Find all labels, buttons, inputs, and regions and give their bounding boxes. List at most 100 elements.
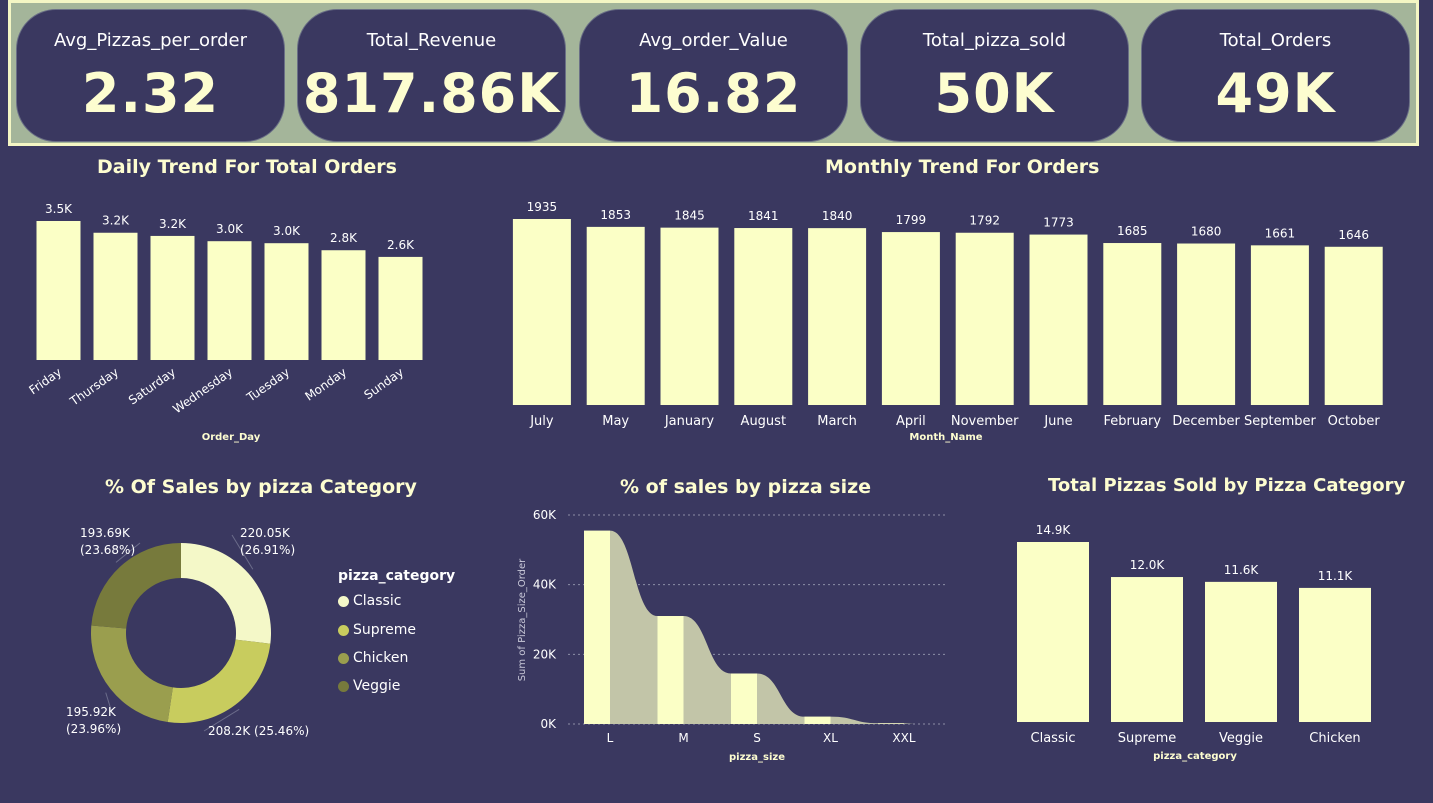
slice-percent-label: (23.96%) xyxy=(66,722,121,736)
kpi-card-avg-pizzas-per-order[interactable]: Avg_Pizzas_per_order 2.32 xyxy=(16,9,285,142)
y-tick-label: 0K xyxy=(540,717,557,731)
bar[interactable] xyxy=(731,673,757,724)
bar[interactable] xyxy=(321,250,366,360)
bar[interactable] xyxy=(1205,581,1277,722)
kpi-card-total-pizza-sold[interactable]: Total_pizza_sold 50K xyxy=(860,9,1129,142)
y-tick-label: 60K xyxy=(533,508,557,522)
legend-item-supreme[interactable]: Supreme xyxy=(338,620,416,640)
slice-value-label: 195.92K xyxy=(66,705,117,719)
legend-label: Supreme xyxy=(353,622,416,638)
kpi-label: Avg_Pizzas_per_order xyxy=(54,30,247,51)
donut-slice[interactable] xyxy=(181,543,271,644)
x-tick-label: Monday xyxy=(302,365,349,404)
data-label: 2.8K xyxy=(330,231,358,245)
slice-value-label: 220.05K xyxy=(240,526,291,540)
x-tick-label: Classic xyxy=(1031,731,1076,746)
bar[interactable] xyxy=(878,723,904,724)
x-tick-label: December xyxy=(1172,414,1240,429)
data-label: 1935 xyxy=(527,200,558,214)
x-tick-label: Saturday xyxy=(126,365,178,407)
kpi-card-total-orders[interactable]: Total_Orders 49K xyxy=(1141,9,1410,142)
legend-label: Classic xyxy=(353,593,402,609)
legend-item-classic[interactable]: Classic xyxy=(338,591,401,611)
legend-dot xyxy=(338,680,349,692)
kpi-value: 49K xyxy=(1215,62,1336,125)
bar[interactable] xyxy=(808,228,867,405)
y-tick-label: 20K xyxy=(533,647,557,661)
legend-title: pizza_category xyxy=(338,568,456,584)
legend-dot xyxy=(338,595,349,607)
legend-item-chicken[interactable]: Chicken xyxy=(338,648,408,668)
legend-item-veggie[interactable]: Veggie xyxy=(338,676,400,696)
kpi-value: 817.86K xyxy=(302,62,561,125)
bar[interactable] xyxy=(586,226,645,405)
sales-by-category-donut[interactable]: 220.05K (26.91%) 208.2K (25.46%) 195.92K (23… xyxy=(0,505,330,765)
kpi-card-avg-order-value[interactable]: Avg_order_Value 16.82 xyxy=(579,9,848,142)
data-label: 1845 xyxy=(674,209,705,223)
data-label: 3.2K xyxy=(159,217,187,231)
kpi-value: 50K xyxy=(934,62,1055,125)
kpi-band: Avg_Pizzas_per_order 2.32 Total_Revenue … xyxy=(8,0,1419,146)
slice-percent-label: (23.68%) xyxy=(80,543,135,557)
x-tick-label: May xyxy=(602,414,629,429)
x-tick-label: January xyxy=(664,414,715,429)
bar[interactable] xyxy=(1103,243,1162,405)
x-axis-title: pizza_size xyxy=(729,752,785,763)
bar[interactable] xyxy=(955,232,1014,405)
bar[interactable] xyxy=(1111,577,1183,722)
legend-dot xyxy=(338,624,349,636)
bar[interactable] xyxy=(804,716,831,724)
x-tick-label: Wednesday xyxy=(170,365,235,416)
legend-dot xyxy=(338,652,349,664)
bar[interactable] xyxy=(512,219,571,405)
x-tick-label: XL xyxy=(823,731,838,745)
data-label: 1685 xyxy=(1117,224,1148,238)
pizzas-sold-by-category-chart[interactable]: 14.9K Classic 12.0K Supreme 11.6K Veggie 11.1K… xyxy=(1000,500,1400,770)
x-tick-label: September xyxy=(1244,414,1317,429)
x-tick-label: Chicken xyxy=(1309,731,1360,746)
bar[interactable] xyxy=(657,616,684,724)
data-label: 3.0K xyxy=(216,222,244,236)
kpi-value: 16.82 xyxy=(625,62,802,125)
bar[interactable] xyxy=(93,232,138,360)
data-label: 3.2K xyxy=(102,214,130,228)
data-label: 3.0K xyxy=(273,224,301,238)
data-label: 14.9K xyxy=(1036,523,1072,537)
bar[interactable] xyxy=(1250,245,1309,405)
kpi-label: Total_Revenue xyxy=(366,30,497,51)
daily-trend-chart[interactable]: 3.5K Friday 3.2K Thursday 3.2K Saturday 3.0K We… xyxy=(0,190,470,450)
kpi-value: 2.32 xyxy=(81,62,220,125)
sales-by-size-chart[interactable]: 0K 20K 40K 60K Sum of Pizza_Size_Order L M S XL X… xyxy=(505,500,955,770)
bar[interactable] xyxy=(378,256,423,360)
x-tick-label: February xyxy=(1103,414,1161,429)
bar[interactable] xyxy=(264,243,309,360)
x-tick-label: Supreme xyxy=(1118,731,1176,746)
data-label: 1799 xyxy=(896,213,927,227)
bar[interactable] xyxy=(660,227,719,405)
chart-title-sales-by-category: % Of Sales by pizza Category xyxy=(105,476,417,498)
data-label: 3.5K xyxy=(45,202,73,216)
data-label: 1840 xyxy=(822,209,853,223)
bar[interactable] xyxy=(1017,542,1089,722)
y-tick-label: 40K xyxy=(533,578,557,592)
x-tick-label: XXL xyxy=(892,731,915,745)
x-tick-label: S xyxy=(753,731,761,745)
bar[interactable] xyxy=(207,241,252,360)
bar[interactable] xyxy=(36,221,81,360)
bar[interactable] xyxy=(584,530,610,724)
bar[interactable] xyxy=(1299,587,1371,722)
bar[interactable] xyxy=(1324,246,1383,405)
monthly-trend-chart[interactable]: 1935 July 1853 May 1845 January 1841 August 1840… xyxy=(490,190,1410,450)
x-tick-label: July xyxy=(529,414,554,429)
bar[interactable] xyxy=(881,232,940,405)
kpi-label: Total_Orders xyxy=(1219,30,1332,51)
bar[interactable] xyxy=(150,235,195,360)
kpi-label: Avg_order_Value xyxy=(639,30,788,51)
bar[interactable] xyxy=(734,228,793,405)
x-axis-title: Order_Day xyxy=(202,432,261,443)
donut-slice[interactable] xyxy=(167,639,271,723)
bar[interactable] xyxy=(1177,243,1236,405)
kpi-card-total-revenue[interactable]: Total_Revenue 817.86K xyxy=(297,9,566,142)
data-label: 2.6K xyxy=(387,238,415,252)
bar[interactable] xyxy=(1029,234,1088,405)
